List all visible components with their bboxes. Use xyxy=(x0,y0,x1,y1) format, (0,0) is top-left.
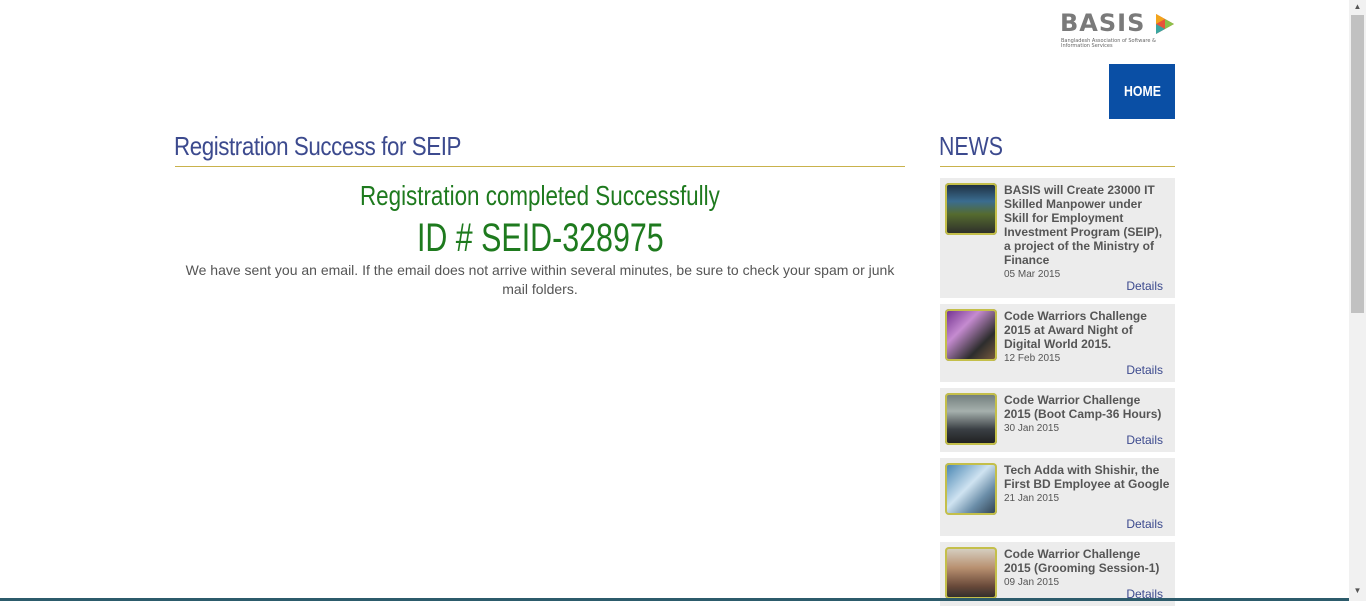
page-title: Registration Success for SEIP xyxy=(174,131,462,161)
news-thumbnail[interactable] xyxy=(945,547,997,599)
news-headline[interactable]: BASIS will Create 23000 IT Skilled Manpo… xyxy=(1004,183,1170,267)
email-notice: We have sent you an email. If the email … xyxy=(185,262,895,297)
news-thumbnail[interactable] xyxy=(945,463,997,515)
vertical-scrollbar[interactable]: ▲ ▼ xyxy=(1349,0,1366,601)
scroll-up-arrow-icon[interactable]: ▲ xyxy=(1349,0,1366,14)
news-details-link[interactable]: Details xyxy=(1126,433,1163,447)
news-item: BASIS will Create 23000 IT Skilled Manpo… xyxy=(940,178,1175,298)
nav-home-button[interactable]: HOME xyxy=(1109,64,1175,119)
news-thumbnail[interactable] xyxy=(945,309,997,361)
news-title: NEWS xyxy=(939,131,1003,161)
news-item: Code Warriors Challenge 2015 at Award Ni… xyxy=(940,304,1175,382)
news-divider xyxy=(940,166,1175,167)
nav-home-label: HOME xyxy=(1123,83,1161,100)
title-divider xyxy=(175,166,905,167)
logo-subtitle: Bangladesh Association of Software & Inf… xyxy=(1061,38,1156,49)
news-thumbnail[interactable] xyxy=(945,393,997,445)
news-headline[interactable]: Code Warrior Challenge 2015 (Boot Camp-3… xyxy=(1004,393,1170,421)
news-item: Code Warrior Challenge 2015 (Grooming Se… xyxy=(940,542,1175,606)
logo-arrow-icon xyxy=(1156,14,1174,34)
news-details-link[interactable]: Details xyxy=(1126,279,1163,293)
news-headline[interactable]: Code Warriors Challenge 2015 at Award Ni… xyxy=(1004,309,1170,351)
news-item: Tech Adda with Shishir, the First BD Emp… xyxy=(940,458,1175,536)
logo-wordmark: BASIS xyxy=(1060,9,1146,37)
news-headline[interactable]: Code Warrior Challenge 2015 (Grooming Se… xyxy=(1004,547,1170,575)
registration-id: ID # SEID-328975 xyxy=(416,216,664,260)
news-item: Code Warrior Challenge 2015 (Boot Camp-3… xyxy=(940,388,1175,452)
scroll-thumb[interactable] xyxy=(1351,15,1364,313)
news-thumbnail[interactable] xyxy=(945,183,997,235)
news-headline[interactable]: Tech Adda with Shishir, the First BD Emp… xyxy=(1004,463,1170,491)
basis-logo[interactable]: BASIS Bangladesh Association of Software… xyxy=(1058,9,1178,54)
news-date: 21 Jan 2015 xyxy=(1004,493,1060,504)
news-details-link[interactable]: Details xyxy=(1126,517,1163,531)
scroll-down-arrow-icon[interactable]: ▼ xyxy=(1349,584,1366,598)
news-details-link[interactable]: Details xyxy=(1126,363,1163,377)
success-message: Registration completed Successfully xyxy=(360,180,720,211)
